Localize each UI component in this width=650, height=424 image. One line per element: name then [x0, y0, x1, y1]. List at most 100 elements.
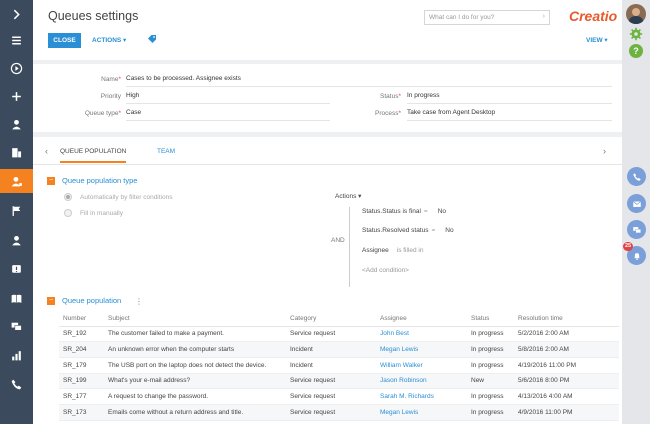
- flag-icon[interactable]: [0, 198, 33, 222]
- cell-assignee-link[interactable]: Jason Robinson: [376, 373, 467, 390]
- phone-icon[interactable]: [0, 372, 33, 396]
- cell-resolution-time: 4/13/2016 4:00 AM: [514, 388, 619, 405]
- name-label: Name*: [101, 76, 121, 83]
- cell-number: SR_199: [59, 373, 104, 390]
- cell-resolution-time: 4/19/2016 11:00 PM: [514, 357, 619, 374]
- cell-category: Incident: [286, 357, 376, 374]
- cell-resolution-time: 5/2/2016 2:00 AM: [514, 326, 619, 343]
- contacts-icon[interactable]: [0, 112, 33, 136]
- filter-condition[interactable]: Status.Status is final = No: [362, 208, 446, 215]
- menu-icon[interactable]: [0, 28, 33, 52]
- page-title: Queues settings: [48, 9, 139, 23]
- status-field[interactable]: In progress: [407, 92, 612, 104]
- radio-fill-manually[interactable]: Fill in manually: [64, 209, 123, 217]
- table-row[interactable]: SR_177 A request to change the password.…: [59, 388, 619, 405]
- call-button[interactable]: [627, 167, 646, 186]
- cell-subject: An unknown error when the computer start…: [104, 341, 286, 358]
- settings-gear-icon[interactable]: [629, 27, 643, 41]
- column-header[interactable]: Resolution time: [514, 312, 619, 327]
- name-field[interactable]: Cases to be processed. Assignee exists: [126, 75, 612, 87]
- cell-resolution-time: 4/9/2016 11:00 PM: [514, 404, 619, 421]
- column-header[interactable]: Category: [286, 312, 376, 327]
- cell-number: SR_177: [59, 388, 104, 405]
- table-row[interactable]: SR_199 What's your e-mail address? Servi…: [59, 373, 619, 390]
- cell-assignee-link[interactable]: Megan Lewis: [376, 341, 467, 358]
- employees-icon[interactable]: [0, 228, 33, 252]
- cell-assignee-link[interactable]: Megan Lewis: [376, 404, 467, 421]
- column-header[interactable]: Assignee: [376, 312, 467, 327]
- accounts-icon[interactable]: [0, 140, 33, 164]
- table-row[interactable]: SR_204 An unknown error when the compute…: [59, 341, 619, 358]
- view-button[interactable]: VIEW ▾: [586, 36, 608, 44]
- cell-number: SR_179: [59, 357, 104, 374]
- email-button[interactable]: [627, 194, 646, 213]
- chat-icon[interactable]: [0, 314, 33, 338]
- actions-button[interactable]: ACTIONS ▾: [92, 36, 126, 44]
- and-logic-label[interactable]: AND: [331, 237, 345, 244]
- population-type-header[interactable]: − Queue population type: [47, 176, 137, 185]
- collapse-icon[interactable]: −: [47, 176, 55, 185]
- tab-bar: ‹ QUEUE POPULATION TEAM ›: [33, 137, 622, 165]
- cell-status: In progress: [467, 357, 514, 374]
- notification-count-badge: 25: [623, 242, 633, 251]
- tag-icon[interactable]: [147, 34, 157, 44]
- queue-type-field[interactable]: Case: [126, 109, 330, 121]
- close-button[interactable]: CLOSE: [48, 33, 81, 48]
- cell-resolution-time: 5/8/2016 2:00 AM: [514, 341, 619, 358]
- cell-assignee-link[interactable]: John Best: [376, 326, 467, 343]
- page-header: Queues settings What can I do for you? ›…: [33, 0, 622, 60]
- add-condition-link[interactable]: <Add condition>: [362, 267, 409, 274]
- avatar[interactable]: [626, 4, 646, 24]
- table-header-row: Number Subject Category Assignee Status …: [59, 312, 619, 327]
- column-header[interactable]: Status: [467, 312, 514, 327]
- cell-assignee-link[interactable]: Sarah M. Richards: [376, 388, 467, 405]
- envelope-icon: [632, 200, 641, 207]
- process-field[interactable]: Take case from Agent Desktop: [407, 109, 612, 121]
- cell-assignee-link[interactable]: William Walker: [376, 357, 467, 374]
- chat-button[interactable]: [627, 220, 646, 239]
- help-icon[interactable]: ?: [629, 44, 643, 58]
- phone-icon: [632, 172, 641, 181]
- radio-selected-icon[interactable]: [64, 193, 72, 201]
- right-sidebar: ? 25: [622, 0, 650, 424]
- population-header[interactable]: − Queue population: [47, 296, 121, 305]
- filter-actions-button[interactable]: Actions ▾: [335, 192, 361, 200]
- add-icon[interactable]: [0, 84, 33, 108]
- tab-queue-population[interactable]: QUEUE POPULATION: [60, 148, 127, 163]
- tabs-left-arrow-icon[interactable]: ‹: [45, 146, 48, 156]
- cell-status: In progress: [467, 388, 514, 405]
- command-search-input[interactable]: What can I do for you? ›: [424, 10, 550, 25]
- collapse-icon[interactable]: −: [47, 296, 55, 305]
- filter-condition[interactable]: Assignee is filled in: [362, 247, 423, 254]
- cell-number: SR_173: [59, 404, 104, 421]
- cell-status: New: [467, 373, 514, 390]
- tab-team[interactable]: TEAM: [157, 148, 175, 155]
- cell-category: Service request: [286, 404, 376, 421]
- radio-empty-icon[interactable]: [64, 209, 72, 217]
- expand-chevron-icon[interactable]: [0, 2, 33, 26]
- table-row[interactable]: SR_192 The customer failed to make a pay…: [59, 326, 619, 343]
- cell-number: SR_192: [59, 326, 104, 343]
- column-header[interactable]: Number: [59, 312, 104, 327]
- cases-agent-icon[interactable]: [0, 169, 33, 193]
- filter-condition[interactable]: Status.Resolved status = No: [362, 227, 454, 234]
- table-row[interactable]: SR_179 The USB port on the laptop does n…: [59, 357, 619, 374]
- play-process-icon[interactable]: [0, 56, 33, 80]
- creatio-logo: Creatio: [569, 8, 618, 24]
- more-options-icon[interactable]: ⋮: [135, 297, 143, 306]
- analytics-icon[interactable]: [0, 343, 33, 367]
- status-label: Status*: [380, 93, 401, 100]
- knowledge-base-icon[interactable]: [0, 286, 33, 310]
- cell-status: In progress: [467, 341, 514, 358]
- cell-resolution-time: 5/6/2016 8:00 PM: [514, 373, 619, 390]
- tabs-right-arrow-icon[interactable]: ›: [603, 146, 606, 156]
- alert-icon[interactable]: [0, 257, 33, 281]
- cell-category: Service request: [286, 388, 376, 405]
- column-header[interactable]: Subject: [104, 312, 286, 327]
- search-arrow-icon[interactable]: ›: [543, 13, 545, 20]
- priority-field[interactable]: High: [126, 92, 330, 104]
- radio-filter-conditions[interactable]: Automatically by filter conditions: [64, 193, 173, 201]
- cell-category: Service request: [286, 373, 376, 390]
- cell-category: Service request: [286, 326, 376, 343]
- table-row[interactable]: SR_173 Emails come without a return addr…: [59, 404, 619, 421]
